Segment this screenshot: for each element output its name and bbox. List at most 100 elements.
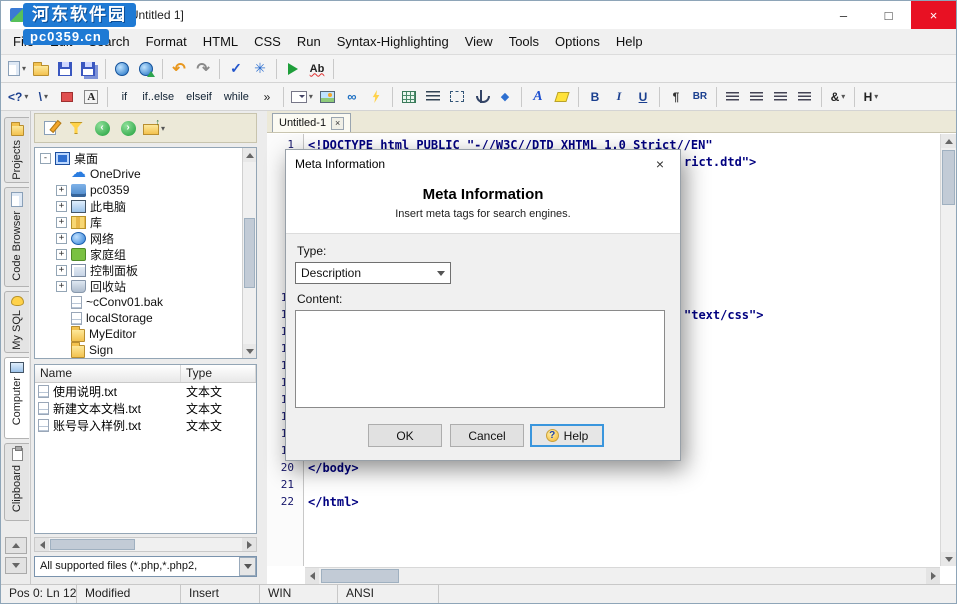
side-tab-code-browser[interactable]: Code Browser bbox=[4, 187, 29, 287]
entities-button[interactable]: & bbox=[827, 85, 849, 109]
insert-link-button[interactable]: ∞ bbox=[341, 85, 363, 109]
code-line[interactable]: </html> bbox=[305, 495, 940, 512]
tree-item-recycle-bin[interactable]: +回收站 bbox=[35, 278, 242, 294]
expander-icon[interactable]: + bbox=[56, 233, 67, 244]
insert-div-button[interactable] bbox=[446, 85, 468, 109]
align-justify-button[interactable] bbox=[794, 85, 816, 109]
scroll-right-button[interactable] bbox=[926, 568, 940, 584]
menu-tools[interactable]: Tools bbox=[501, 29, 547, 54]
new-file-button[interactable] bbox=[6, 57, 28, 81]
file-filter-combobox[interactable]: All supported files (*.php,*.php2, bbox=[34, 556, 257, 577]
save-all-button[interactable] bbox=[78, 57, 100, 81]
php-tag-button[interactable]: <? bbox=[6, 85, 30, 109]
align-right-button[interactable] bbox=[770, 85, 792, 109]
side-tab-clipboard[interactable]: Clipboard bbox=[4, 443, 29, 521]
file-row[interactable]: 新建文本文档.txt 文本文 bbox=[35, 400, 256, 417]
italic-button[interactable]: I bbox=[608, 85, 630, 109]
settings-button[interactable]: ✳ bbox=[249, 57, 271, 81]
highlight-button[interactable] bbox=[551, 85, 573, 109]
undo-button[interactable]: ↶ bbox=[168, 57, 190, 81]
tabstrip-scroll-up-button[interactable] bbox=[5, 537, 27, 554]
insert-combobox-button[interactable] bbox=[289, 85, 315, 109]
filter-dropdown-button[interactable] bbox=[239, 557, 256, 576]
tree-item-this-pc[interactable]: +此电脑 bbox=[35, 198, 242, 214]
spell-check-button[interactable]: Ab bbox=[306, 57, 328, 81]
close-tab-icon[interactable] bbox=[331, 117, 344, 130]
expander-icon[interactable]: + bbox=[56, 185, 67, 196]
side-tab-projects[interactable]: Projects bbox=[4, 117, 29, 183]
insert-script-button[interactable] bbox=[365, 85, 387, 109]
scroll-up-button[interactable] bbox=[941, 134, 956, 148]
line-break-button[interactable]: BR bbox=[689, 85, 711, 109]
insert-table-button[interactable] bbox=[398, 85, 420, 109]
tree-item-onedrive[interactable]: OneDrive bbox=[35, 166, 242, 182]
underline-button[interactable]: U bbox=[632, 85, 654, 109]
tabstrip-scroll-down-button[interactable] bbox=[5, 557, 27, 574]
maximize-button[interactable]: □ bbox=[866, 1, 911, 29]
expander-icon[interactable]: + bbox=[56, 265, 67, 276]
editor-tab-untitled-1[interactable]: Untitled-1 bbox=[272, 113, 351, 132]
snippet-elseif-button[interactable]: elseif bbox=[181, 85, 217, 109]
help-button[interactable]: Help bbox=[530, 424, 604, 447]
save-button[interactable] bbox=[54, 57, 76, 81]
expander-icon[interactable]: + bbox=[56, 201, 67, 212]
tree-item-control-panel[interactable]: +控制面板 bbox=[35, 262, 242, 278]
insert-symbol-button[interactable]: ◆ bbox=[494, 85, 516, 109]
toolbar-overflow-button[interactable]: » bbox=[256, 85, 278, 109]
snippet-if-button[interactable]: if bbox=[113, 85, 135, 109]
dialog-close-button[interactable]: × bbox=[640, 150, 680, 178]
scrollbar-thumb[interactable] bbox=[321, 569, 399, 583]
align-center-button[interactable] bbox=[746, 85, 768, 109]
align-left-button[interactable] bbox=[722, 85, 744, 109]
tree-item-localstorage[interactable]: localStorage bbox=[35, 310, 242, 326]
paragraph-button[interactable]: ¶ bbox=[665, 85, 687, 109]
scroll-down-button[interactable] bbox=[243, 344, 256, 358]
scroll-up-button[interactable] bbox=[243, 148, 256, 162]
tree-item-libraries[interactable]: +库 bbox=[35, 214, 242, 230]
bold-button[interactable]: B bbox=[584, 85, 606, 109]
code-line[interactable] bbox=[305, 478, 940, 495]
menu-css[interactable]: CSS bbox=[246, 29, 289, 54]
file-row[interactable]: 使用说明.txt 文本文 bbox=[35, 383, 256, 400]
side-tab-computer[interactable]: Computer bbox=[4, 357, 29, 439]
menu-options[interactable]: Options bbox=[547, 29, 608, 54]
font-dialog-button[interactable]: A bbox=[80, 85, 102, 109]
expander-icon[interactable]: + bbox=[56, 217, 67, 228]
code-line[interactable]: </body> bbox=[305, 461, 940, 478]
content-textarea[interactable] bbox=[295, 310, 665, 408]
panel-splitter[interactable] bbox=[259, 111, 267, 584]
up-level-button[interactable] bbox=[143, 117, 165, 139]
menu-help[interactable]: Help bbox=[608, 29, 651, 54]
expander-icon[interactable]: - bbox=[40, 153, 51, 164]
snippet-while-button[interactable]: while bbox=[219, 85, 254, 109]
scroll-left-button[interactable] bbox=[35, 538, 49, 551]
close-button[interactable]: × bbox=[911, 1, 956, 29]
run-button[interactable] bbox=[282, 57, 304, 81]
snippet-if-else-button[interactable]: if..else bbox=[137, 85, 179, 109]
file-row[interactable]: 账号导入样例.txt 文本文 bbox=[35, 417, 256, 434]
upload-button[interactable] bbox=[135, 57, 157, 81]
type-select[interactable]: Description bbox=[295, 262, 451, 284]
scrollbar-thumb[interactable] bbox=[942, 150, 955, 205]
heading-button[interactable]: H bbox=[860, 85, 882, 109]
escape-button[interactable]: \ bbox=[32, 85, 54, 109]
color-picker-button[interactable] bbox=[56, 85, 78, 109]
syntax-check-button[interactable]: ✓ bbox=[225, 57, 247, 81]
side-tab-mysql[interactable]: My SQL bbox=[4, 291, 29, 353]
tree-item-cconv01-bak[interactable]: ~cConv01.bak bbox=[35, 294, 242, 310]
insert-list-button[interactable] bbox=[422, 85, 444, 109]
tree-item-network[interactable]: +网络 bbox=[35, 230, 242, 246]
scrollbar-thumb[interactable] bbox=[244, 218, 255, 288]
editor-horizontal-scrollbar[interactable] bbox=[305, 567, 940, 584]
editor-vertical-scrollbar[interactable] bbox=[940, 134, 956, 566]
ok-button[interactable]: OK bbox=[368, 424, 442, 447]
font-style-button[interactable]: A bbox=[527, 85, 549, 109]
menu-syntax-highlighting[interactable]: Syntax-Highlighting bbox=[329, 29, 457, 54]
tree-item-pc0359[interactable]: +pc0359 bbox=[35, 182, 242, 198]
redo-button[interactable]: ↷ bbox=[192, 57, 214, 81]
tree-item-sign[interactable]: Sign bbox=[35, 342, 242, 358]
column-type[interactable]: Type bbox=[181, 365, 256, 382]
preview-browser-button[interactable] bbox=[111, 57, 133, 81]
tree-item-myeditor[interactable]: MyEditor bbox=[35, 326, 242, 342]
edit-file-button[interactable] bbox=[39, 117, 61, 139]
